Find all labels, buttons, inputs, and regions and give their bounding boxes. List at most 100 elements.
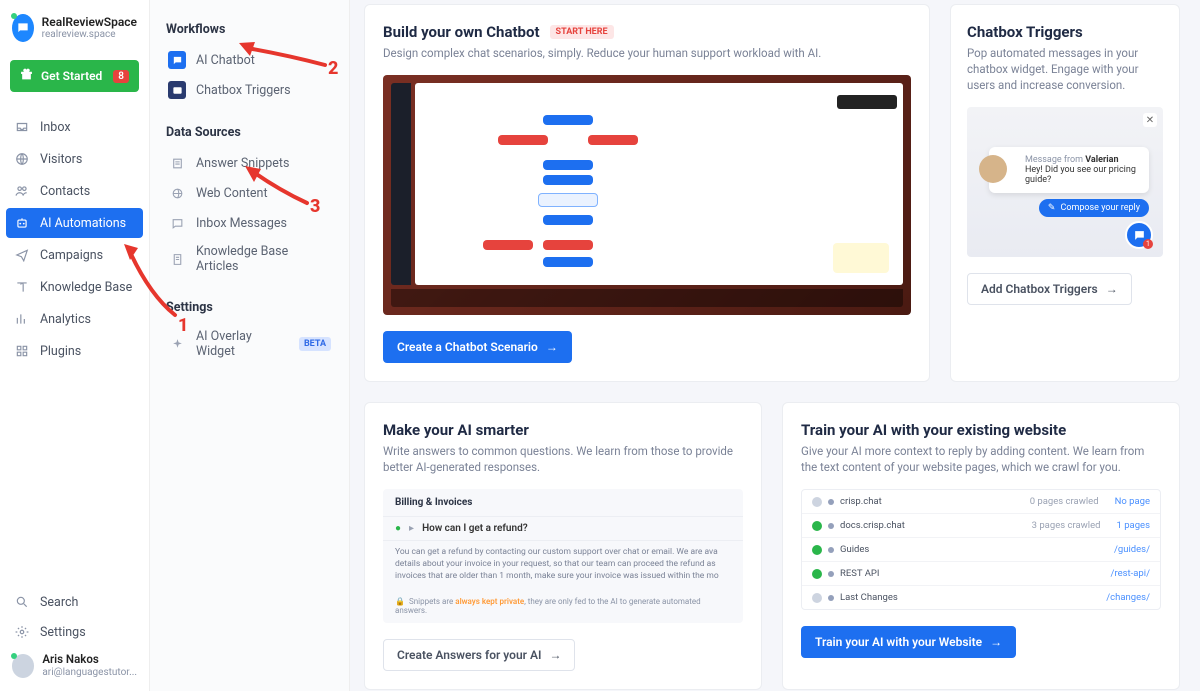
lock-icon: 🔒 xyxy=(395,597,405,606)
chat-fab-icon: 1 xyxy=(1125,221,1153,249)
card-chatbox-triggers: Chatbox Triggers Pop automated messages … xyxy=(950,4,1180,382)
status-dot-icon xyxy=(812,497,822,507)
start-here-pill: START HERE xyxy=(550,25,614,39)
button-label: Create a Chatbot Scenario xyxy=(397,340,538,354)
source-link[interactable]: 1 pages xyxy=(1117,520,1150,531)
create-answers-button[interactable]: Create Answers for your AI→ xyxy=(383,639,575,671)
send-icon xyxy=(14,247,30,263)
chat-icon xyxy=(168,51,186,69)
nav-list: Inbox Visitors Contacts AI Automations C… xyxy=(6,112,143,366)
alert-badge: 1 xyxy=(1143,239,1153,249)
card-description: Give your AI more context to reply by ad… xyxy=(801,443,1161,475)
nav-label: AI Overlay Widget xyxy=(196,329,289,359)
train-ai-button[interactable]: Train your AI with your Website→ xyxy=(801,626,1016,658)
source-link[interactable]: /guides/ xyxy=(1114,544,1150,555)
app-brand[interactable]: RealReviewSpace realreview.space xyxy=(6,10,143,54)
secondary-sidebar: Workflows AI Chatbot Chatbox Triggers Da… xyxy=(150,0,350,691)
nav-label: Plugins xyxy=(40,344,81,359)
snippet-section: Billing & Invoices xyxy=(383,489,743,517)
button-label: Add Chatbox Triggers xyxy=(981,282,1098,296)
bullet-icon xyxy=(828,595,834,601)
sparkle-icon xyxy=(168,335,186,353)
nav-label: Web Content xyxy=(196,186,268,201)
window-icon xyxy=(168,81,186,99)
status-dot-icon xyxy=(812,521,822,531)
snippet-answer: You can get a refund by contacting our c… xyxy=(383,541,743,589)
nav-label: Campaigns xyxy=(40,248,103,263)
nav-label: Analytics xyxy=(40,312,91,327)
nav-label: Knowledge Base xyxy=(40,280,132,295)
card-description: Design complex chat scenarios, simply. R… xyxy=(383,45,911,61)
globe-icon xyxy=(168,184,186,202)
section-settings-title: Settings xyxy=(166,300,337,315)
nav-contacts[interactable]: Contacts xyxy=(6,176,143,206)
source-link[interactable]: /changes/ xyxy=(1106,592,1150,603)
triggers-preview: ✕ Message from Valerian Hey! Did you see… xyxy=(967,107,1163,257)
nav-ai-automations[interactable]: AI Automations xyxy=(6,208,143,238)
source-name: Guides xyxy=(840,544,869,555)
create-chatbot-scenario-button[interactable]: Create a Chatbot Scenario→ xyxy=(383,331,572,363)
nav-search[interactable]: Search xyxy=(6,587,143,617)
app-name: RealReviewSpace xyxy=(42,15,137,29)
card-title: Train your AI with your existing website xyxy=(801,421,1161,439)
button-label: Create Answers for your AI xyxy=(397,648,541,662)
status-dot-icon xyxy=(812,545,822,555)
crawled-count: 3 pages crawled xyxy=(1032,520,1101,531)
user-name: Aris Nakos xyxy=(42,653,137,667)
source-link[interactable]: /rest-api/ xyxy=(1111,568,1150,579)
nav-plugins[interactable]: Plugins xyxy=(6,336,143,366)
people-icon xyxy=(14,183,30,199)
card-title: Make your AI smarter xyxy=(383,421,743,439)
bullet-icon xyxy=(828,499,834,505)
globe-icon xyxy=(14,151,30,167)
nav-label: Inbox Messages xyxy=(196,216,287,231)
chatbot-scenario-preview xyxy=(383,75,911,315)
nav-label: AI Chatbot xyxy=(196,53,255,68)
grid-icon xyxy=(14,343,30,359)
beta-badge: BETA xyxy=(299,337,331,351)
user-account[interactable]: Aris Nakos ari@languagestutor... xyxy=(6,647,143,681)
subnav-web-content[interactable]: Web Content xyxy=(162,178,337,208)
app-logo-icon xyxy=(12,14,34,42)
subnav-answer-snippets[interactable]: Answer Snippets xyxy=(162,148,337,178)
nav-analytics[interactable]: Analytics xyxy=(6,304,143,334)
subnav-inbox-messages[interactable]: Inbox Messages xyxy=(162,208,337,238)
get-started-label: Get Started xyxy=(41,69,102,83)
main-content: Build your own Chatbot START HERE Design… xyxy=(350,0,1200,691)
app-domain: realreview.space xyxy=(42,29,137,41)
subnav-ai-overlay-widget[interactable]: AI Overlay Widget BETA xyxy=(162,323,337,365)
source-link[interactable]: No page xyxy=(1115,496,1150,507)
message-icon xyxy=(168,214,186,232)
snippet-question: How can I get a refund? xyxy=(422,523,528,534)
table-row: Last Changes /changes/ xyxy=(802,586,1160,609)
bot-icon xyxy=(14,215,30,231)
subnav-kb-articles[interactable]: Knowledge Base Articles xyxy=(162,238,337,280)
table-row: Guides /guides/ xyxy=(802,538,1160,562)
subnav-chatbox-triggers[interactable]: Chatbox Triggers xyxy=(162,75,337,105)
status-dot-icon xyxy=(812,569,822,579)
message-text: Hey! Did you see our pricing guide? xyxy=(1025,165,1139,185)
nav-visitors[interactable]: Visitors xyxy=(6,144,143,174)
snippet-preview: Billing & Invoices ●▸How can I get a ref… xyxy=(383,489,743,623)
crawl-source-table: crisp.chat 0 pages crawled No page docs.… xyxy=(801,489,1161,610)
section-workflows-title: Workflows xyxy=(166,22,337,37)
message-from: Message from Valerian xyxy=(1025,155,1139,165)
gear-icon xyxy=(14,624,30,640)
nav-label: Settings xyxy=(40,625,86,640)
nav-inbox[interactable]: Inbox xyxy=(6,112,143,142)
nav-label: Contacts xyxy=(40,184,90,199)
bullet-icon xyxy=(828,547,834,553)
text-icon xyxy=(168,154,186,172)
card-description: Pop automated messages in your chatbox w… xyxy=(967,45,1163,93)
nav-campaigns[interactable]: Campaigns xyxy=(6,240,143,270)
card-train-ai: Train your AI with your existing website… xyxy=(782,402,1180,690)
pencil-icon: ✎ xyxy=(1048,203,1056,213)
subnav-ai-chatbot[interactable]: AI Chatbot xyxy=(162,45,337,75)
nav-settings[interactable]: Settings xyxy=(6,617,143,647)
get-started-button[interactable]: Get Started 8 xyxy=(10,60,139,92)
nav-label: AI Automations xyxy=(40,216,126,231)
add-chatbox-triggers-button[interactable]: Add Chatbox Triggers→ xyxy=(967,273,1132,305)
check-icon: ● xyxy=(395,523,401,534)
nav-knowledge-base[interactable]: Knowledge Base xyxy=(6,272,143,302)
book-icon xyxy=(14,279,30,295)
